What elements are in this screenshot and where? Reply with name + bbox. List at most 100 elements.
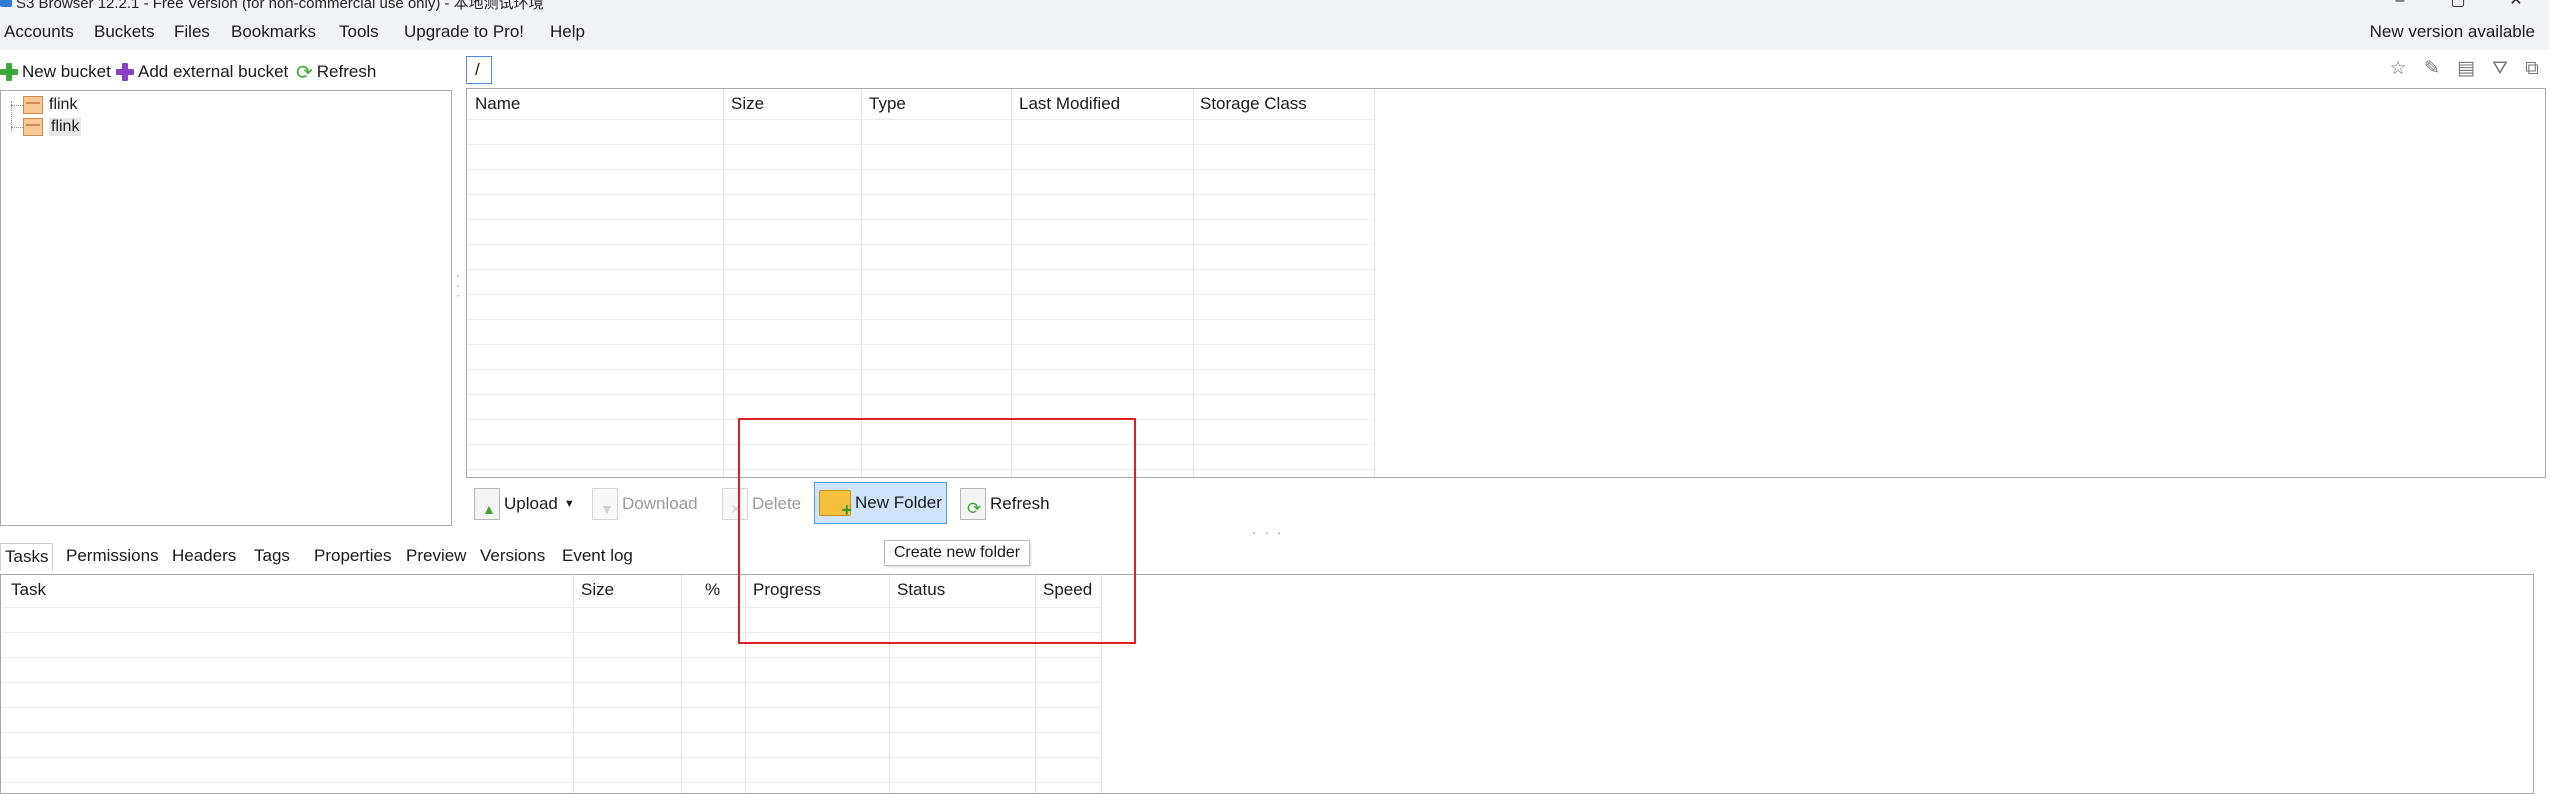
refresh-icon: ⟳ (296, 61, 313, 84)
pencil-icon[interactable]: ✎ (2421, 58, 2443, 80)
file-refresh-label: Refresh (990, 494, 1050, 513)
grid-column-divider (1101, 575, 1102, 793)
bucket-tree: flink flink (0, 90, 452, 526)
close-button[interactable]: ✕ (2506, 0, 2526, 9)
column-status[interactable]: Status (897, 580, 945, 600)
tab-headers[interactable]: Headers (168, 543, 240, 571)
grid-row-divider (1, 607, 1101, 608)
add-green-icon (0, 63, 18, 81)
bucket-name: flink (49, 96, 78, 113)
chevron-down-icon[interactable]: ▼ (564, 498, 575, 510)
refresh-icon (960, 488, 986, 520)
upload-button[interactable]: Upload ▼ (470, 484, 579, 524)
grid-row-divider (467, 244, 1374, 245)
file-toolbar: Upload ▼ Download Delete New Folder Refr… (466, 480, 1166, 526)
column-name[interactable]: Name (475, 94, 520, 114)
new-bucket-button[interactable]: New bucket (0, 58, 111, 86)
path-input[interactable]: / (466, 56, 492, 84)
app-icon (0, 0, 12, 7)
file-refresh-button[interactable]: Refresh (956, 484, 1054, 524)
new-folder-button[interactable]: New Folder (814, 482, 947, 524)
grid-row-divider (1, 782, 1101, 783)
menu-files[interactable]: Files (174, 22, 210, 42)
grid-column-divider (1374, 89, 1375, 477)
menu-buckets[interactable]: Buckets (94, 22, 154, 42)
grid-row-divider (467, 344, 1374, 345)
download-label: Download (622, 494, 698, 513)
grid-row-divider (467, 444, 1374, 445)
tab-versions[interactable]: Versions (476, 543, 549, 571)
tab-permissions[interactable]: Permissions (62, 543, 163, 571)
upload-icon (474, 488, 500, 520)
minimize-button[interactable]: – (2390, 0, 2410, 9)
grid-row-divider (1, 657, 1101, 658)
bucket-refresh-label: Refresh (316, 62, 377, 81)
file-list-header: Name Size Type Last Modified Storage Cla… (467, 89, 2545, 117)
column-speed[interactable]: Speed (1043, 580, 1092, 600)
tab-properties[interactable]: Properties (310, 543, 395, 571)
bucket-tree-item[interactable]: flink (11, 117, 82, 137)
grid-row-divider (467, 119, 1374, 120)
tab-event-log[interactable]: Event log (558, 543, 637, 571)
menu-upgrade[interactable]: Upgrade to Pro! (404, 22, 524, 42)
menu-tools[interactable]: Tools (339, 22, 379, 42)
bucket-toolbar: New bucket Add external bucket ⟳ Refresh (0, 54, 452, 90)
new-version-notice[interactable]: New version available (2370, 22, 2535, 42)
column-storage-class[interactable]: Storage Class (1200, 94, 1307, 114)
menu-bookmarks[interactable]: Bookmarks (231, 22, 316, 42)
tree-connector (11, 126, 23, 128)
add-external-bucket-button[interactable]: Add external bucket (116, 58, 288, 86)
tab-tasks[interactable]: Tasks (0, 543, 54, 571)
bottom-tabs: Tasks Permissions Headers Tags Propertie… (0, 540, 2549, 574)
column-size[interactable]: Size (731, 94, 764, 114)
bucket-tree-item[interactable]: flink (11, 95, 77, 115)
delete-label: Delete (752, 494, 802, 513)
grid-row-divider (1, 632, 1101, 633)
column-task[interactable]: Task (11, 580, 46, 600)
grid-row-divider (467, 219, 1374, 220)
download-button[interactable]: Download (588, 484, 702, 524)
grid-row-divider (467, 394, 1374, 395)
bucket-refresh-button[interactable]: ⟳ Refresh (296, 58, 376, 86)
bucket-icon (23, 96, 43, 114)
grid-row-divider (467, 469, 1374, 470)
download-icon (592, 488, 618, 520)
menu-accounts[interactable]: Accounts (4, 22, 74, 42)
delete-button[interactable]: Delete (718, 484, 805, 524)
menu-help[interactable]: Help (550, 22, 585, 42)
column-percent[interactable]: % (705, 580, 720, 600)
add-purple-icon (116, 63, 134, 81)
new-bucket-label: New bucket (22, 62, 111, 81)
title-bar: S3 Browser 12.2.1 - Free Version (for no… (0, 0, 2549, 14)
horizontal-splitter[interactable]: · · · (1252, 524, 1284, 540)
grid-row-divider (467, 319, 1374, 320)
view-icon[interactable]: ▤ (2455, 58, 2477, 80)
vertical-splitter[interactable]: · · · (456, 269, 460, 306)
grid-row-divider (467, 369, 1374, 370)
tab-tags[interactable]: Tags (250, 543, 294, 571)
grid-row-divider (1, 732, 1101, 733)
grid-row-divider (1, 707, 1101, 708)
maximize-button[interactable]: ▢ (2448, 0, 2468, 9)
bucket-icon (23, 118, 43, 136)
column-progress[interactable]: Progress (753, 580, 821, 600)
add-external-bucket-label: Add external bucket (138, 62, 289, 81)
grid-row-divider (467, 294, 1374, 295)
grid-row-divider (467, 169, 1374, 170)
column-size[interactable]: Size (581, 580, 614, 600)
star-icon[interactable]: ☆ (2387, 58, 2409, 80)
copy-icon[interactable]: ⧉ (2521, 58, 2543, 80)
tasks-list: Task Size % Progress Status Speed (0, 574, 2534, 794)
column-last-modified[interactable]: Last Modified (1019, 94, 1120, 114)
file-list: Name Size Type Last Modified Storage Cla… (466, 88, 2546, 478)
upload-label: Upload (504, 494, 558, 513)
window-title: S3 Browser 12.2.1 - Free Version (for no… (16, 0, 544, 12)
menu-bar: Accounts Buckets Files Bookmarks Tools U… (0, 14, 2549, 50)
column-type[interactable]: Type (869, 94, 906, 114)
new-folder-label: New Folder (855, 493, 942, 512)
delete-icon (722, 488, 748, 520)
filter-icon[interactable]: ⛛ (2489, 58, 2511, 80)
grid-row-divider (467, 419, 1374, 420)
grid-row-divider (1, 757, 1101, 758)
tab-preview[interactable]: Preview (402, 543, 470, 571)
